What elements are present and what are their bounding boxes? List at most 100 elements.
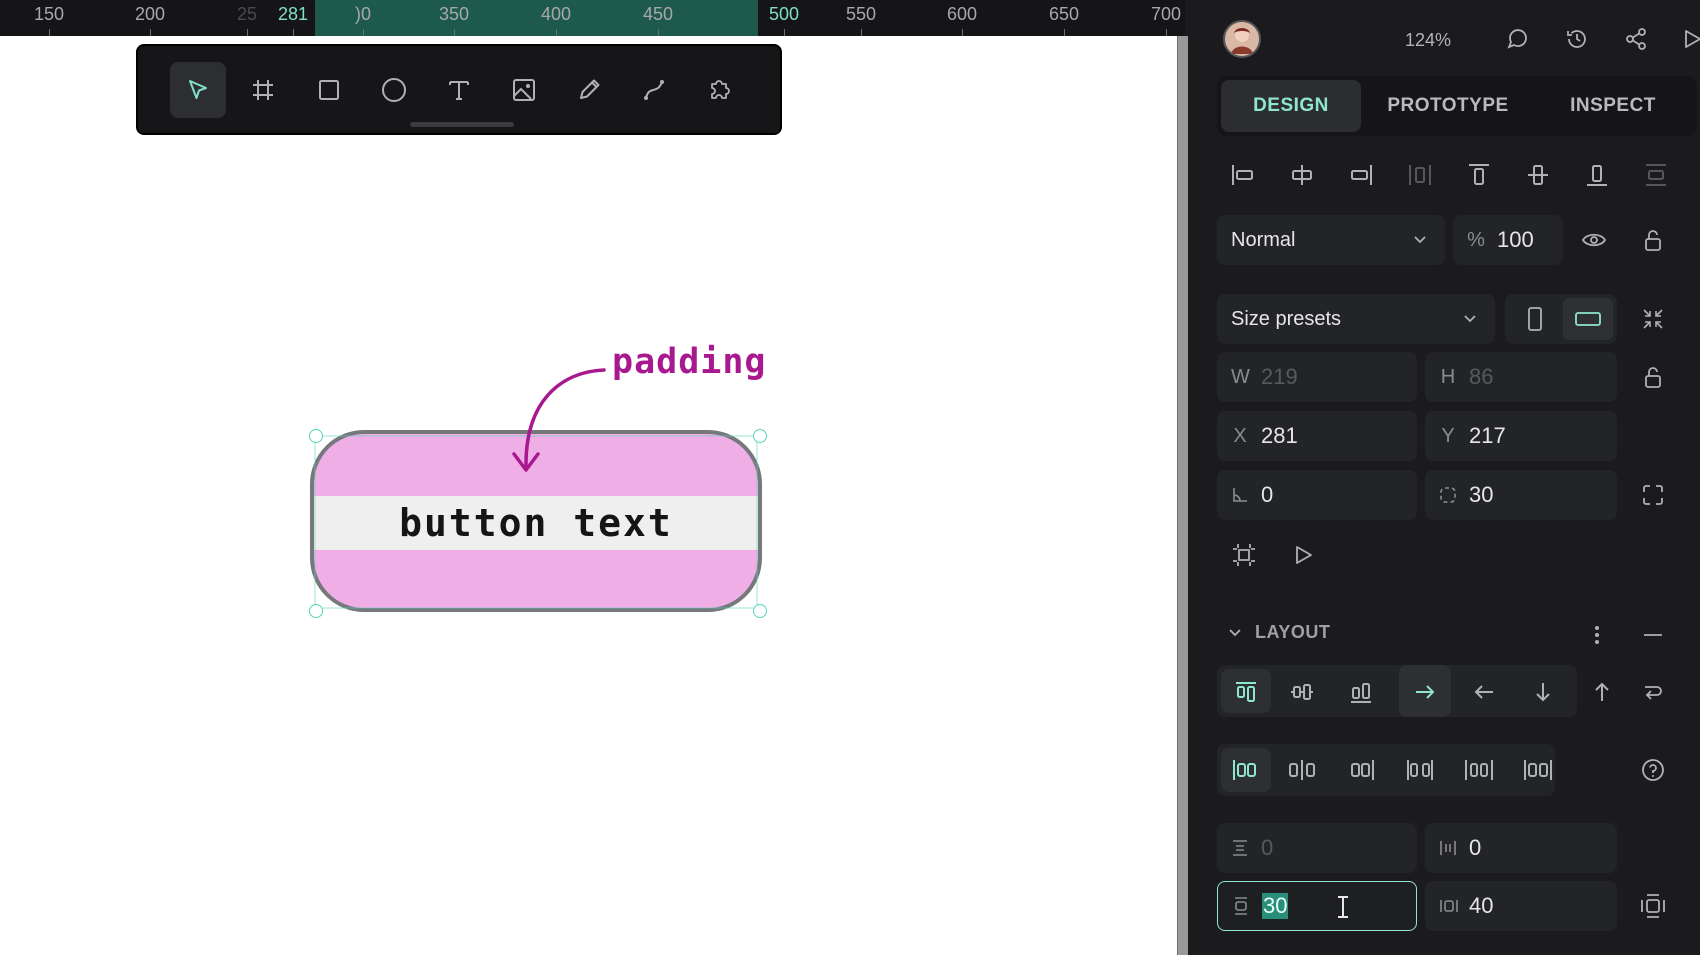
tab-design[interactable]: DESIGN [1221,80,1361,132]
tab-inspect[interactable]: INSPECT [1533,80,1693,132]
align-left-button[interactable] [1228,160,1258,190]
size-presets-select[interactable]: Size presets [1217,294,1495,344]
height-field[interactable]: H 86 [1425,352,1617,402]
justify-start-button[interactable] [1229,755,1263,785]
justify-space-evenly-button[interactable] [1521,755,1555,785]
layout-collapse-toggle[interactable] [1225,622,1245,642]
proportion-lock-button[interactable] [1638,362,1668,392]
show-in-view-mode-button[interactable] [1288,540,1318,570]
path-icon [641,77,667,103]
clip-content-button[interactable] [1229,540,1259,570]
justify-space-around-button[interactable] [1462,755,1496,785]
radius-value: 30 [1469,482,1494,507]
share-icon [1624,27,1648,51]
canvas-scrollbar[interactable] [1177,36,1188,955]
justify-center-button[interactable] [1285,755,1319,785]
vertical-padding-value[interactable]: 30 [1262,893,1289,919]
align-right-button[interactable] [1346,160,1376,190]
align-h-center-button[interactable] [1287,160,1317,190]
eye-icon [1581,227,1607,253]
align-items-end-button[interactable] [1346,677,1376,707]
toolbar-drag-handle[interactable] [410,122,514,127]
share-button[interactable] [1621,24,1651,54]
x-field[interactable]: X 281 [1217,411,1417,461]
direction-column-button[interactable] [1528,677,1558,707]
zoom-level[interactable]: 124% [1405,30,1451,51]
blend-mode-select[interactable]: Normal [1217,215,1445,265]
align-items-center-button[interactable] [1287,677,1317,707]
rotation-field[interactable]: 0 [1217,470,1417,520]
pencil-tool-button[interactable] [561,62,617,118]
selection-handle-top-left[interactable] [309,429,323,443]
direction-column-reverse-button[interactable] [1587,677,1617,707]
x-label: X [1233,424,1247,447]
wrap-button[interactable] [1638,677,1668,707]
path-tool-button[interactable] [626,62,682,118]
distribute-v-button[interactable] [1641,160,1671,190]
padding-sides-icon [1640,893,1666,919]
ruler-tick-mark [363,29,364,36]
arrow-right-icon [1413,680,1437,704]
ruler-tick-label: 150 [33,4,65,24]
rectangle-tool-button[interactable] [301,62,357,118]
ruler-tick-mark [861,29,862,36]
distribute-h-button[interactable] [1405,160,1435,190]
ruler-tick-mark [784,29,785,36]
selection-handle-bottom-right[interactable] [753,604,767,618]
horizontal-padding-field[interactable]: 40 [1425,881,1617,931]
play-prototype-button[interactable] [1677,24,1700,54]
portrait-button[interactable] [1510,298,1560,340]
move-tool-button[interactable] [170,62,226,118]
direction-row-reverse-button[interactable] [1469,677,1499,707]
align-items-start-button[interactable] [1231,677,1261,707]
landscape-icon [1574,309,1602,329]
toggle-visibility-button[interactable] [1579,225,1609,255]
plugins-tool-button[interactable] [691,62,747,118]
align-top-button[interactable] [1464,160,1494,190]
row-gap-icon [1231,839,1249,857]
column-gap-field[interactable]: 0 [1425,823,1617,873]
remove-layout-button[interactable] [1638,620,1668,650]
pencil-icon [576,77,602,103]
avatar[interactable] [1223,20,1261,58]
independent-corners-button[interactable] [1638,480,1668,510]
landscape-button[interactable] [1563,298,1613,340]
justify-space-between-button[interactable] [1403,755,1437,785]
row-gap-field[interactable]: 0 [1217,823,1417,873]
width-value: 219 [1261,364,1298,389]
ellipse-icon [380,76,408,104]
layout-help-button[interactable] [1638,755,1668,785]
justify-end-button[interactable] [1344,755,1378,785]
comments-button[interactable] [1503,24,1533,54]
selection-handle-bottom-left[interactable] [309,604,323,618]
ruler-tick-label: 200 [134,4,166,24]
height-label: H [1440,365,1456,388]
y-field[interactable]: Y 217 [1425,411,1617,461]
independent-padding-button[interactable] [1638,891,1668,921]
radius-field[interactable]: 30 [1425,470,1617,520]
horizontal-ruler: 150 200 25 281)0 350 400 450 500 550 600 650 700 [0,0,1185,36]
align-bottom-button[interactable] [1582,160,1612,190]
history-button[interactable] [1562,24,1592,54]
ruler-tick-mark [49,29,50,36]
fit-content-button[interactable] [1638,304,1668,334]
text-tool-button[interactable] [431,62,487,118]
image-tool-button[interactable] [496,62,552,118]
direction-row-button[interactable] [1410,677,1440,707]
floating-toolbar [136,44,782,135]
align-items-start-icon [1233,679,1259,705]
selection-handle-top-right[interactable] [753,429,767,443]
align-bottom-icon [1584,162,1610,188]
text-icon [446,77,472,103]
toggle-lock-button[interactable] [1638,225,1668,255]
frame-icon [250,77,276,103]
opacity-field[interactable]: % 100 [1453,215,1563,265]
align-v-center-button[interactable] [1523,160,1553,190]
layout-options-button[interactable] [1582,620,1612,650]
board-tool-button[interactable] [235,62,291,118]
vertical-padding-field[interactable]: 30 [1217,881,1417,931]
design-panel: 124% DESIGN PROTOTYPE INSPECT Normal % 1… [1193,0,1700,955]
ellipse-tool-button[interactable] [366,62,422,118]
tab-prototype[interactable]: PROTOTYPE [1363,80,1533,132]
width-field[interactable]: W 219 [1217,352,1417,402]
